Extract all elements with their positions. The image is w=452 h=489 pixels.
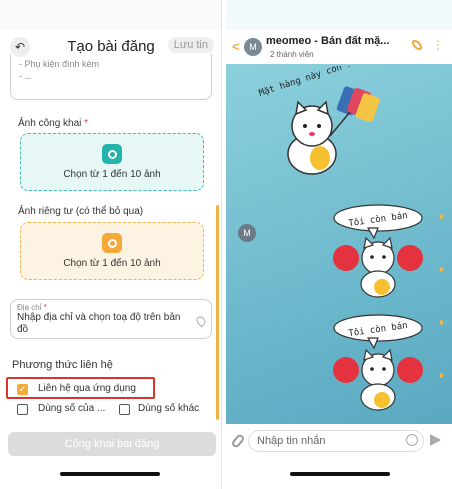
private-photos-label: Ảnh riêng tư (có thể bỏ qua) [18, 206, 144, 217]
public-photos-picker[interactable]: Chọn từ 1 đến 10 ảnh [20, 133, 204, 191]
address-label: Địa chỉ * [17, 303, 47, 312]
cat-sticker-question: Mặt hàng này còn không? [258, 66, 380, 175]
more-icon[interactable]: ⋮ [432, 38, 444, 52]
description-line: - Phụ kiện đính kèm [19, 59, 100, 69]
avatar[interactable]: M [238, 224, 256, 242]
post-creation-screen: ↶ Tạo bài đăng Lưu tin - Phụ kiện đính k… [0, 0, 222, 489]
cat-sticker-still-selling: Tôi còn bán [333, 314, 423, 411]
address-placeholder: Nhập địa chỉ và chọn toạ độ trên bản đồ [17, 312, 181, 335]
location-pin-icon[interactable] [194, 314, 208, 328]
back-icon[interactable]: < [232, 39, 240, 54]
save-draft-button[interactable]: Lưu tin [167, 37, 214, 53]
use-other-number-checkbox[interactable] [119, 404, 130, 415]
description-line: - ... [19, 71, 32, 81]
send-icon[interactable] [430, 434, 441, 446]
avatar[interactable]: M [244, 38, 262, 56]
chat-header: < M meomeo - Bán đất mặ... 2 thành viên … [226, 30, 452, 64]
message-input[interactable]: Nhập tin nhắn [248, 430, 424, 452]
private-photos-picker[interactable]: Chọn từ 1 đến 10 ảnh [20, 222, 204, 280]
use-own-number-label[interactable]: Dùng số của ... [38, 403, 105, 414]
cat-sticker-still-selling: Tôi còn bán [333, 204, 423, 298]
contact-via-app-checkbox[interactable]: ✓ [17, 384, 28, 395]
publish-button[interactable]: Công khai bài đăng [8, 432, 216, 456]
chat-screen: < M meomeo - Bán đất mặ... 2 thành viên … [226, 0, 452, 489]
contact-section-title: Phương thức liên hệ [12, 359, 113, 371]
camera-icon [102, 144, 122, 164]
public-photos-label: Ảnh công khai * [18, 118, 89, 129]
public-photos-button-text: Chọn từ 1 đến 10 ảnh [63, 169, 161, 180]
address-field[interactable]: Địa chỉ * Nhập địa chỉ và chọn toạ độ tr… [10, 299, 212, 339]
status-bar [226, 0, 452, 30]
phone-icon[interactable] [412, 40, 422, 50]
message-input-bar: Nhập tin nhắn [226, 424, 452, 460]
camera-icon [102, 233, 122, 253]
member-count: 2 thành viên [270, 50, 314, 59]
status-bar [0, 0, 221, 30]
use-other-number-label[interactable]: Dùng số khác [138, 403, 199, 414]
description-textarea[interactable]: - Phụ kiện đính kèm - ... [10, 54, 212, 100]
home-indicator [290, 472, 390, 476]
attach-icon[interactable] [230, 433, 246, 449]
scrollbar[interactable] [216, 205, 219, 420]
home-indicator [60, 472, 160, 476]
use-own-number-checkbox[interactable] [17, 404, 28, 415]
chat-area: Mặt hàng này còn không? M Tôi còn bán Tô… [226, 64, 452, 431]
chat-title[interactable]: meomeo - Bán đất mặ... [266, 35, 389, 47]
contact-via-app-label[interactable]: Liên hệ qua ứng dụng [38, 383, 136, 394]
emoji-icon[interactable] [406, 434, 418, 446]
private-photos-button-text: Chọn từ 1 đến 10 ảnh [63, 258, 161, 269]
